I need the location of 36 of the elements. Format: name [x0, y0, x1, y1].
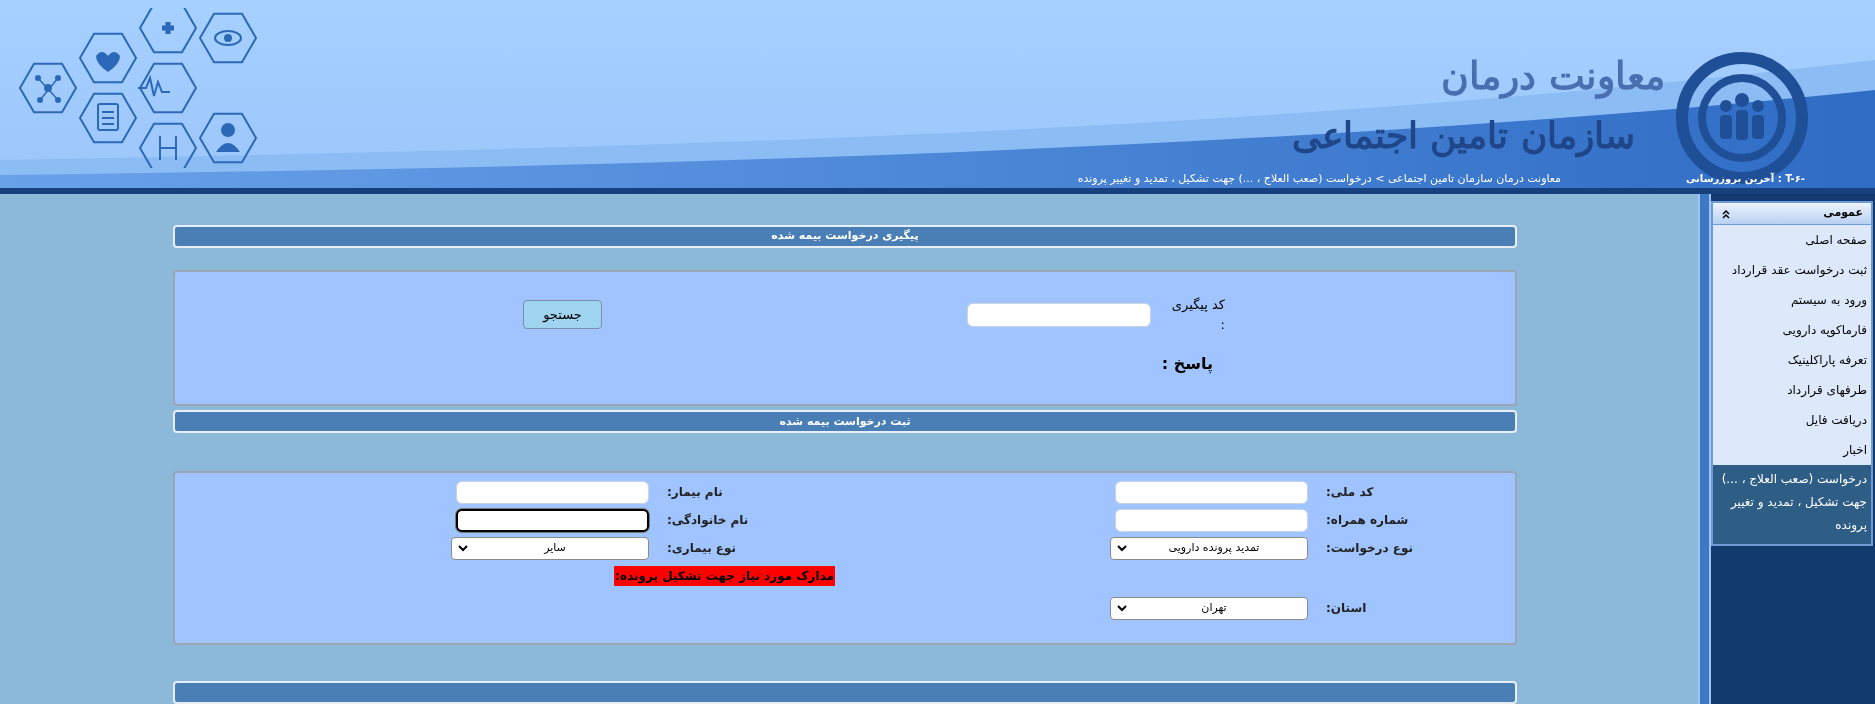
breadcrumb: معاونت درمان سازمان تامین اجتماعی > درخواست (صعب العلاج ، ...) جهت تشکیل ، تمدید و تغییر پرونده — [1077, 171, 1561, 187]
sidebar-item[interactable]: ثبت درخواست عقد قرارداد — [1713, 255, 1871, 285]
field-label: استان: — [1326, 600, 1367, 618]
field-label: کد ملی: — [1326, 484, 1374, 502]
sidebar-item[interactable]: درخواست (صعب العلاج ، ...) جهت تشکیل ، تمدید و تغییر پرونده — [1713, 465, 1871, 540]
field-label: نام خانوادگی: — [667, 512, 749, 530]
sidebar-item[interactable]: اخبار — [1713, 435, 1871, 465]
logo-icon — [1676, 52, 1808, 184]
field-label: کد پیگیری : — [1170, 296, 1225, 334]
sidebar-item[interactable]: ورود به سیستم — [1713, 285, 1871, 315]
dropdown[interactable]: تهران — [1110, 596, 1308, 620]
search-button[interactable]: جستجو — [523, 300, 602, 330]
required-documents-notice: مدارک مورد نیاز جهت تشکیل پرونده: — [614, 566, 835, 587]
sidebar-item[interactable]: صفحه اصلی — [1713, 225, 1871, 255]
sidebar-item[interactable]: تعرفه پاراکلینیک — [1713, 345, 1871, 375]
field-label: نوع درخواست: — [1326, 540, 1414, 558]
sidebar-item[interactable]: طرفهای قرارداد — [1713, 375, 1871, 405]
field-label: شماره همراه: — [1326, 512, 1409, 530]
logo-title: معاونت درمان — [1440, 52, 1665, 100]
last-update-text: آخرین بروزرسانی : T-۶- — [1686, 171, 1805, 186]
chevron-down-icon — [1117, 544, 1127, 552]
sidebar-item[interactable]: فارماکوپه دارویی — [1713, 315, 1871, 345]
input-field[interactable] — [456, 508, 649, 532]
sidebar-header[interactable]: عمومی — [1713, 203, 1871, 225]
sidebar-title: عمومی — [1823, 205, 1863, 222]
dropdown[interactable]: تمدید پرونده دارویی — [1110, 536, 1308, 560]
chevron-down-icon — [458, 544, 468, 552]
dropdown[interactable]: سایر — [451, 536, 649, 560]
field-label: نوع بیماری: — [667, 540, 737, 558]
field-label: نام بیمار: — [667, 484, 723, 502]
section-title: پیگیری درخواست بیمه شده — [771, 228, 919, 245]
collapse-icon[interactable] — [1721, 208, 1731, 219]
section-title: ثبت درخواست بیمه شده — [779, 413, 911, 430]
response-label: پاسخ : — [1160, 352, 1213, 376]
chevron-down-icon — [1117, 604, 1127, 612]
sidebar-item[interactable]: دریافت فایل — [1713, 405, 1871, 435]
